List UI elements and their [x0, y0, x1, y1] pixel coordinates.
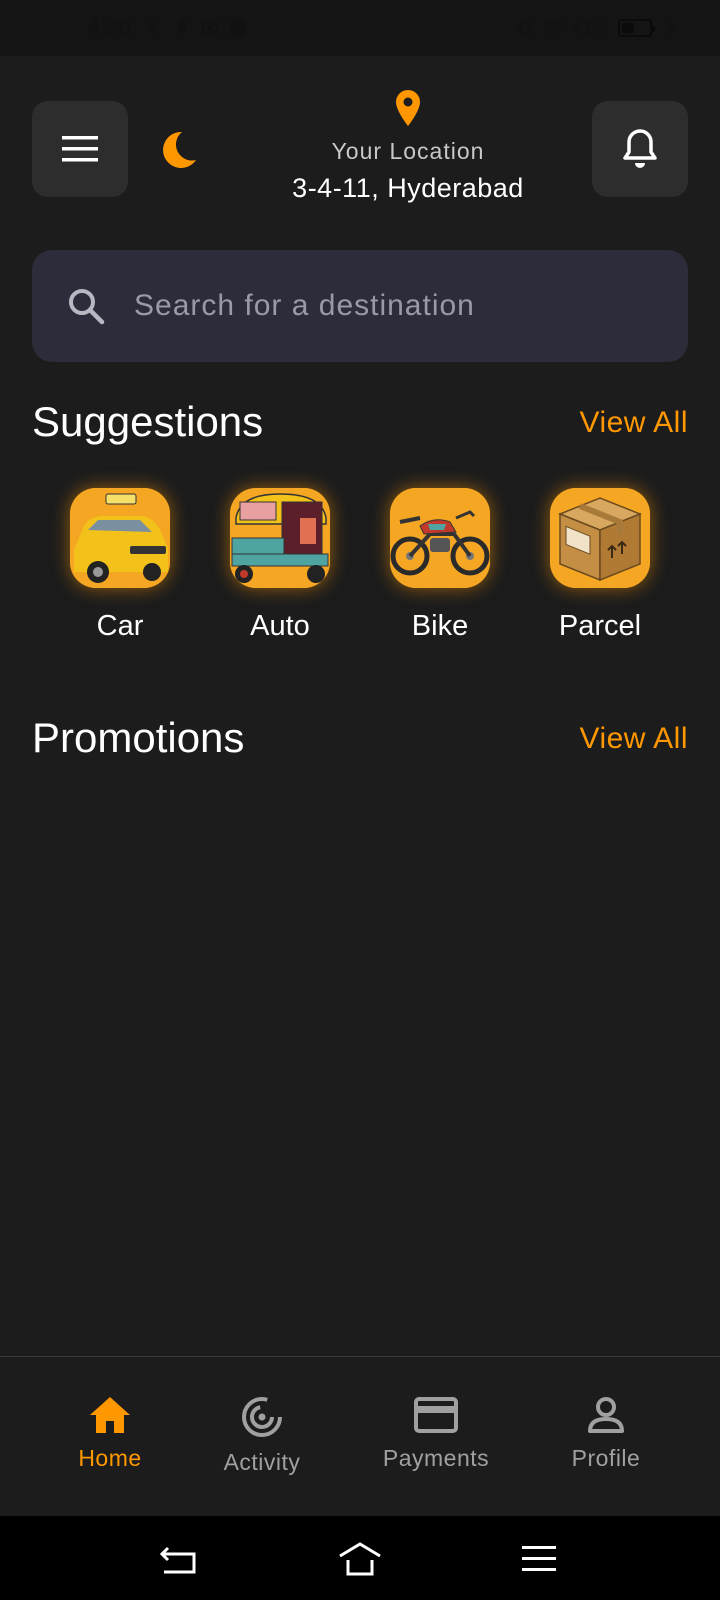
wifi-icon	[544, 21, 562, 35]
card-icon	[414, 1397, 458, 1433]
usb-icon	[148, 20, 159, 36]
status-bar: 4:20 41%	[0, 0, 720, 56]
suggestion-bike[interactable]: Bike	[390, 488, 490, 643]
nav-activity[interactable]: Activity	[214, 1395, 310, 1476]
app-notification-icon	[229, 20, 246, 36]
suggestions-title: Suggestions	[32, 398, 264, 445]
search-icon	[69, 289, 105, 325]
nav-home[interactable]: Home	[72, 1395, 148, 1472]
search-input[interactable]	[134, 289, 654, 323]
moon-icon[interactable]	[152, 126, 200, 174]
menu-button[interactable]	[32, 101, 128, 197]
suggestions-list: Car Auto Bike Parcel	[70, 488, 650, 643]
system-navigation-bar	[0, 1516, 720, 1600]
status-time: 4:20	[88, 15, 131, 40]
battery-percent: 41%	[571, 17, 608, 38]
nav-label: Activity	[223, 1449, 301, 1475]
notifications-button[interactable]	[592, 101, 688, 197]
taxi-car-image	[70, 488, 170, 588]
bottom-navigation: Home Activity Payments Profile	[0, 1356, 720, 1516]
activity-icon	[242, 1397, 282, 1437]
auto-rickshaw-image	[230, 488, 330, 588]
person-icon	[588, 1397, 624, 1433]
back-icon[interactable]	[158, 1538, 202, 1578]
suggestion-car[interactable]: Car	[70, 488, 170, 643]
recent-apps-icon[interactable]	[518, 1538, 562, 1578]
location-pin-icon	[396, 90, 420, 126]
suggestions-view-all-link[interactable]: View All	[579, 406, 688, 440]
home-icon	[90, 1397, 130, 1433]
search-bar[interactable]	[32, 250, 688, 362]
charging-icon	[667, 20, 675, 36]
bell-icon	[623, 129, 657, 168]
suggestion-parcel[interactable]: Parcel	[550, 488, 650, 643]
nav-label: Home	[78, 1445, 142, 1471]
suggestion-label: Car	[96, 610, 144, 642]
location-label: Your Location	[331, 138, 485, 164]
promotions-title: Promotions	[32, 714, 245, 761]
suggestion-auto[interactable]: Auto	[230, 488, 330, 643]
motorbike-image	[390, 488, 490, 588]
nav-label: Payments	[382, 1445, 490, 1471]
nav-label: Profile	[571, 1445, 641, 1471]
suggestion-label: Parcel	[558, 610, 642, 642]
hamburger-menu-icon	[62, 136, 98, 162]
nav-profile[interactable]: Profile	[566, 1395, 646, 1472]
location-status-icon	[176, 20, 187, 35]
vibrate-icon	[516, 20, 534, 36]
suggestion-label: Auto	[250, 610, 310, 642]
current-location[interactable]: Your Location 3-4-11, Hyderabad	[220, 88, 596, 204]
location-address: 3-4-11, Hyderabad	[292, 173, 524, 203]
home-button-icon[interactable]	[338, 1538, 382, 1578]
home-screen: 4:20 41% Your Location 3-4-11, Hyderabad…	[0, 0, 720, 1600]
promotions-view-all-link[interactable]: View All	[579, 722, 688, 756]
suggestion-label: Bike	[411, 610, 469, 642]
hotspot-icon	[201, 20, 218, 36]
battery-icon	[618, 19, 655, 37]
nav-payments[interactable]: Payments	[378, 1395, 494, 1472]
parcel-box-image	[550, 488, 650, 588]
